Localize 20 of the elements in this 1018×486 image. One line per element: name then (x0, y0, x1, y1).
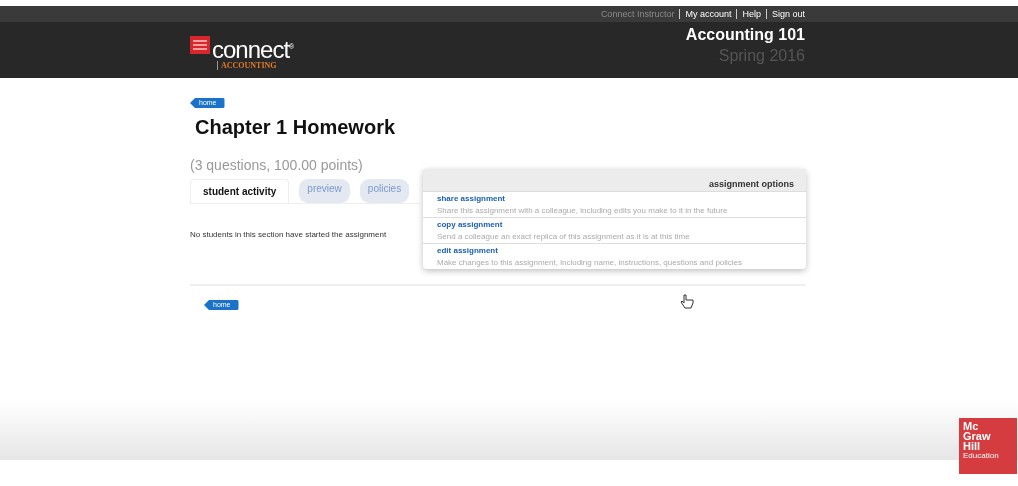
header-link[interactable]: My account (685, 9, 732, 19)
menu-item-link[interactable]: copy assignment (437, 220, 792, 229)
logo-icon (190, 36, 210, 54)
brand-badge: Mc Graw Hill Education (959, 418, 1017, 474)
menu-item-description: Make changes to this assignment, including name, instructions, questions and policies (437, 258, 744, 267)
header-link[interactable]: Help (742, 9, 761, 19)
empty-message: No students in this section have started the assignment (190, 230, 387, 239)
menu-item-link[interactable]: edit assignment (437, 246, 792, 255)
menu-item-description: Share this assignment with a colleague, including edits you make to it in the future (437, 206, 729, 215)
tab[interactable]: student activity (190, 179, 290, 203)
menu-title: assignment options (423, 169, 806, 191)
logo-subject: ACCOUNTING (217, 61, 277, 70)
logo-wordmark: connect$^{®}$ (212, 36, 294, 61)
hand-cursor-icon (680, 294, 694, 310)
page-title: Chapter 1 Homework (195, 116, 397, 139)
menu-item-description: Send a colleague an exact replica of this assignment as it is at this time (437, 232, 691, 241)
header-link[interactable]: Sign out (771, 9, 805, 19)
assignment-summary: (3 questions, 100.00 points) (190, 157, 364, 173)
course-title: Accounting 101 (685, 26, 805, 44)
menu-item-link[interactable]: share assignment (437, 194, 792, 203)
